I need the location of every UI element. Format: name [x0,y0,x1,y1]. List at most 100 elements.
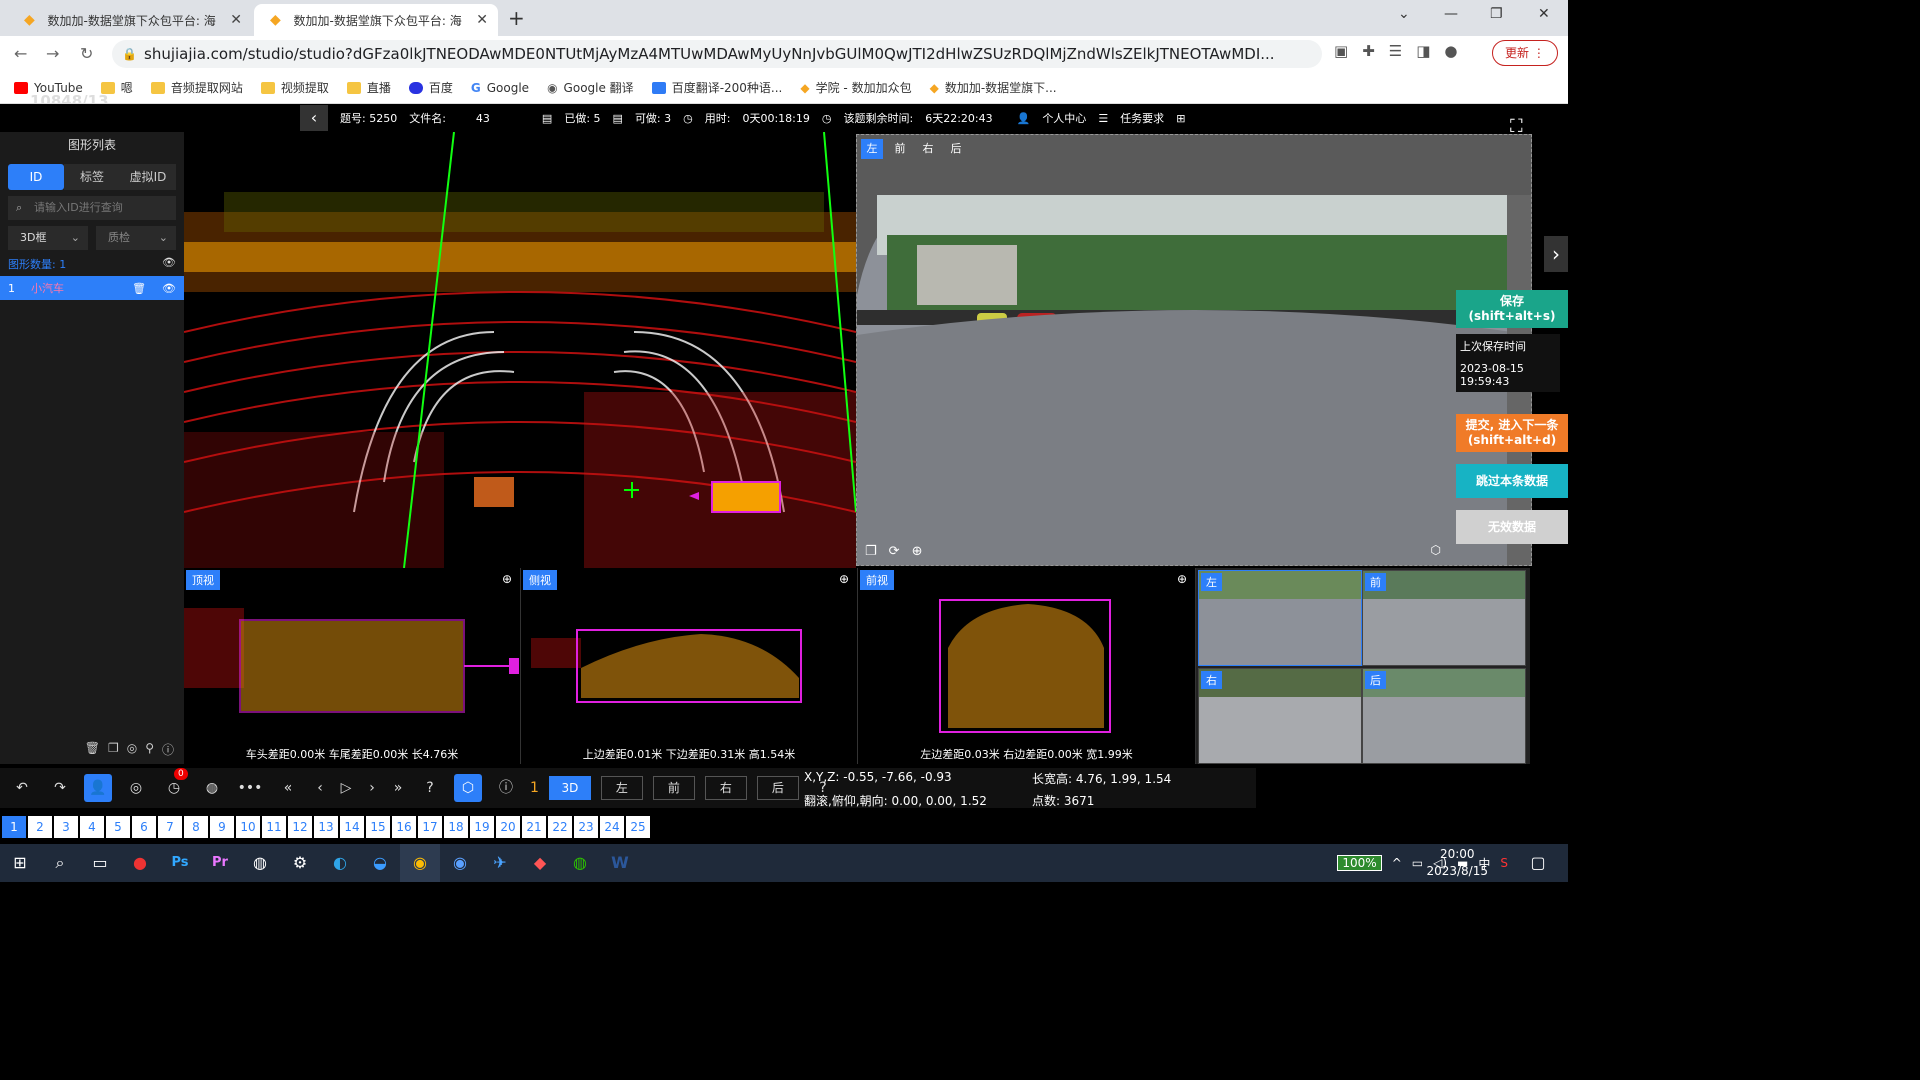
zoom-in-icon[interactable]: ⊕ [1177,572,1187,586]
app-bird-icon[interactable]: ◆ [520,844,560,882]
bookmark-academy[interactable]: ◆ 学院 - 数加加众包 [800,79,911,96]
eye-icon[interactable]: 👁 [162,282,176,295]
windows-start-icon[interactable]: ⊞ [0,844,40,882]
bookmark-baidu-translate[interactable]: 百度翻译-200种语... [651,79,782,96]
url-input[interactable]: 🔒 shujiajia.com/studio/studio?dGFza0lkJT… [112,40,1322,68]
bookmark-baidu[interactable]: 百度 [408,79,453,96]
id-search-input[interactable]: ⌕ 请输入ID进行查询 [8,196,176,220]
pin-icon[interactable]: ⚲ [145,741,154,758]
close-tab-icon[interactable]: ✕ [476,12,488,28]
cube-icon[interactable]: ⬡ [1431,543,1441,557]
page-20[interactable]: 20 [496,816,520,838]
page-19[interactable]: 19 [470,816,494,838]
cube-icon[interactable]: ⬡ [454,774,482,802]
view-front-button[interactable]: 前 [652,776,695,800]
top-view[interactable]: 顶视 ⊕ 车头差距0.00米 车尾差距0.00米 长4.76米 [184,568,521,764]
app-red-icon[interactable]: ● [120,844,160,882]
page-25[interactable]: 25 [626,816,650,838]
page-16[interactable]: 16 [392,816,416,838]
page-21[interactable]: 21 [522,816,546,838]
page-4[interactable]: 4 [80,816,104,838]
list-item[interactable]: 1 小汽车 🗑 👁 [0,276,184,300]
tab-id[interactable]: ID [8,164,64,190]
bookmark-folder[interactable]: 视频提取 [260,79,329,96]
browser-tab-active[interactable]: ◆ 数加加-数据堂旗下众包平台: 海 ✕ [254,4,498,36]
camera-image-view[interactable]: 左 前 右 后 ❐ ⟳ ⊕ ⬡ [856,134,1532,566]
camera-tab-front[interactable]: 前 [889,139,911,159]
page-3[interactable]: 3 [54,816,78,838]
close-window-icon[interactable]: ✕ [1538,6,1550,22]
view-right-button[interactable]: 右 [704,776,747,800]
prev-frame-icon[interactable]: ‹ [312,774,328,802]
camera-tab-right[interactable]: 右 [917,139,939,159]
help-icon[interactable]: ? [416,774,444,802]
chrome-icon[interactable]: ◉ [400,844,440,882]
camera-tab-left[interactable]: 左 [861,139,883,159]
first-frame-icon[interactable]: « [274,774,302,802]
last-frame-icon[interactable]: » [390,774,406,802]
page-23[interactable]: 23 [574,816,598,838]
new-tab-icon[interactable]: + [508,6,525,30]
delete-icon[interactable]: 🗑 [132,282,146,295]
redo-icon[interactable]: ↷ [46,774,74,802]
page-12[interactable]: 12 [288,816,312,838]
tab-search-icon[interactable]: ⌄ [1398,6,1410,22]
maximize-icon[interactable]: ❐ [1490,6,1503,22]
requirements-link[interactable]: 任务要求 [1120,110,1164,126]
zoom-in-icon[interactable]: ⊕ [502,572,512,586]
edge-icon[interactable]: ◐ [320,844,360,882]
bookmark-google[interactable]: G Google [471,81,529,95]
page-15[interactable]: 15 [366,816,390,838]
page-24[interactable]: 24 [600,816,624,838]
shape-type-select[interactable]: 3D框 ⌄ [8,226,88,250]
back-icon[interactable]: ← [14,44,27,63]
page-2[interactable]: 2 [28,816,52,838]
bookmark-google-translate[interactable]: ◉ Google 翻译 [547,79,634,96]
more-icon[interactable]: ••• [236,774,264,802]
thumbnail-back[interactable]: 后 [1362,668,1526,764]
palette-icon[interactable]: ◍ [198,774,226,802]
copy-icon[interactable]: ❐ [108,741,119,758]
settings-gear-icon[interactable]: ⚙ [280,844,320,882]
qq-browser-icon[interactable]: ◒ [360,844,400,882]
info-icon[interactable]: ⓘ [162,741,174,758]
layout-icon[interactable]: ⊞ [1176,112,1185,125]
sidepanel-icon[interactable]: ◨ [1416,42,1430,60]
feishu-icon[interactable]: ✈ [480,844,520,882]
page-8[interactable]: 8 [184,816,208,838]
invalid-data-button[interactable]: 无效数据 [1456,510,1568,544]
target-icon[interactable]: ◎ [127,741,137,758]
browser-tab[interactable]: ◆ 数加加-数据堂旗下众包平台: 海 ✕ [8,4,252,36]
save-button[interactable]: 保存 (shift+alt+s) [1456,290,1568,328]
chevron-up-icon[interactable]: ^ [1392,856,1402,870]
photoshop-icon[interactable]: Ps [160,844,200,882]
page-6[interactable]: 6 [132,816,156,838]
profile-icon[interactable]: ● [1444,42,1457,60]
page-22[interactable]: 22 [548,816,572,838]
wechat-icon[interactable]: ◍ [560,844,600,882]
skip-button[interactable]: 跳过本条数据 [1456,464,1568,498]
app-icon[interactable]: ◍ [240,844,280,882]
puzzle-icon[interactable]: ✚ [1362,42,1375,60]
bookmark-shujiajia[interactable]: ◆ 数加加-数据堂旗下... [930,79,1057,96]
personal-center-link[interactable]: 个人中心 [1042,110,1086,126]
tab-virtual-id[interactable]: 虚拟ID [120,164,176,190]
submit-next-button[interactable]: 提交, 进入下一条 (shift+alt+d) [1456,414,1568,452]
copy-icon[interactable]: ❐ [865,544,877,559]
word-icon[interactable]: W [600,844,640,882]
zoom-in-icon[interactable]: ⊕ [839,572,849,586]
page-10[interactable]: 10 [236,816,260,838]
side-view[interactable]: 侧视 ⊕ 上边差距0.01米 下边差距0.31米 高1.54米 [521,568,858,764]
page-7[interactable]: 7 [158,816,182,838]
premiere-icon[interactable]: Pr [200,844,240,882]
car-3d-box[interactable] [711,481,781,513]
thumbnail-right[interactable]: 右 [1198,668,1362,764]
sogou-icon[interactable]: S [1500,856,1508,870]
qc-select[interactable]: 质检 ⌄ [96,226,176,250]
play-icon[interactable]: ▷ [338,774,354,802]
reading-list-icon[interactable]: ☰ [1389,42,1402,60]
rotate-icon[interactable]: ⟳ [889,544,900,559]
task-view-icon[interactable]: ▭ [80,844,120,882]
page-18[interactable]: 18 [444,816,468,838]
eye-icon[interactable]: 👁 [162,256,176,272]
